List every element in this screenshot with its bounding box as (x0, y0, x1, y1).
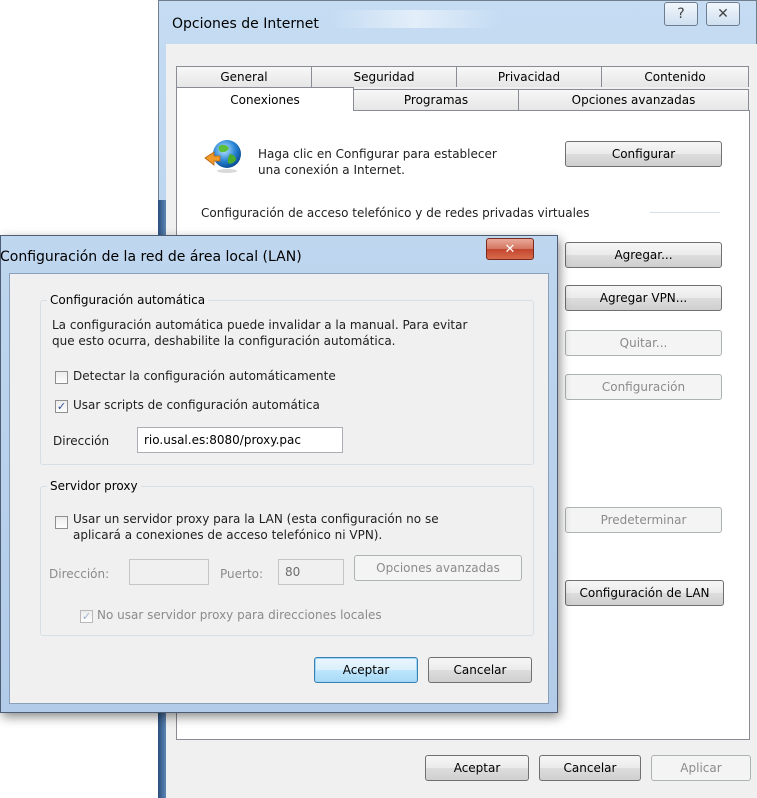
auto-config-legend: Configuración automática (47, 293, 209, 307)
dialog-ok-button[interactable]: Aceptar (314, 657, 418, 683)
bypass-local-checkbox[interactable]: ✓ (80, 610, 93, 623)
close-icon: ✕ (504, 241, 516, 257)
setup-description-line1: Haga clic en Configurar para establecer (258, 147, 497, 161)
setup-description-line2: una conexión a Internet. (258, 163, 405, 177)
detect-settings-label[interactable]: Detectar la configuración automáticament… (73, 369, 336, 383)
help-button[interactable]: ? (664, 2, 698, 26)
apply-button[interactable]: Aplicar (651, 755, 751, 781)
auto-config-description-line1: La configuración automática puede invali… (52, 318, 468, 332)
window-title: Opciones de Internet (172, 16, 319, 32)
connection-settings-button[interactable]: Configuración (565, 374, 722, 400)
checkmark-icon: ✓ (56, 400, 67, 413)
close-icon: ✕ (717, 6, 729, 22)
proxy-advanced-button[interactable]: Opciones avanzadas (354, 555, 522, 581)
section-divider (650, 212, 720, 213)
use-proxy-label[interactable]: Usar un servidor proxy para la LAN (esta… (73, 511, 439, 543)
title-bar-glass (330, 10, 500, 28)
bypass-local-label[interactable]: No usar servidor proxy para direcciones … (97, 608, 382, 622)
auto-script-checkbox[interactable]: ✓ (55, 400, 68, 413)
add-button[interactable]: Agregar... (565, 242, 722, 268)
setup-button[interactable]: Configurar (565, 141, 722, 167)
tab-privacy[interactable]: Privacidad (456, 66, 602, 87)
help-icon: ? (677, 6, 685, 22)
cancel-button[interactable]: Cancelar (539, 755, 641, 781)
checkmark-icon: ✓ (81, 610, 92, 623)
setup-description: Haga clic en Configurar para establecer … (258, 146, 497, 178)
dialup-section-label: Configuración de acceso telefónico y de … (201, 206, 590, 220)
proxy-address-label: Dirección: (49, 567, 110, 581)
auto-config-description: La configuración automática puede invali… (52, 317, 467, 349)
ok-button[interactable]: Aceptar (425, 755, 529, 781)
tab-general[interactable]: General (176, 66, 312, 87)
lan-settings-button[interactable]: Configuración de LAN (565, 580, 724, 606)
dialog-title: Configuración de la red de área local (L… (0, 249, 302, 265)
detect-settings-checkbox[interactable] (55, 371, 68, 384)
tab-connections[interactable]: Conexiones (176, 87, 354, 111)
add-vpn-button[interactable]: Agregar VPN... (565, 285, 722, 311)
script-address-label: Dirección (53, 434, 110, 448)
auto-config-description-line2: que esto ocurra, deshabilite la configur… (52, 334, 396, 348)
tab-content[interactable]: Contenido (601, 66, 749, 87)
tab-programs[interactable]: Programas (353, 89, 519, 110)
tab-security[interactable]: Seguridad (311, 66, 457, 87)
close-button[interactable]: ✕ (706, 2, 740, 26)
proxy-port-label: Puerto: (220, 567, 264, 581)
use-proxy-label-line1: Usar un servidor proxy para la LAN (esta… (73, 512, 439, 526)
proxy-server-legend: Servidor proxy (47, 479, 141, 493)
internet-globe-icon (204, 140, 241, 173)
script-address-input[interactable] (137, 427, 343, 453)
proxy-port-input[interactable] (278, 559, 344, 585)
tab-advanced[interactable]: Opciones avanzadas (518, 89, 749, 110)
use-proxy-label-line2: aplicará a conexiones de acceso telefóni… (73, 528, 383, 542)
auto-script-label[interactable]: Usar scripts de configuración automática (73, 398, 320, 412)
use-proxy-checkbox[interactable] (55, 516, 68, 529)
proxy-address-input[interactable] (129, 559, 209, 585)
dialog-cancel-button[interactable]: Cancelar (428, 657, 532, 683)
set-default-button[interactable]: Predeterminar (565, 507, 722, 533)
dialog-close-button[interactable]: ✕ (486, 238, 534, 260)
remove-button[interactable]: Quitar... (565, 330, 722, 356)
